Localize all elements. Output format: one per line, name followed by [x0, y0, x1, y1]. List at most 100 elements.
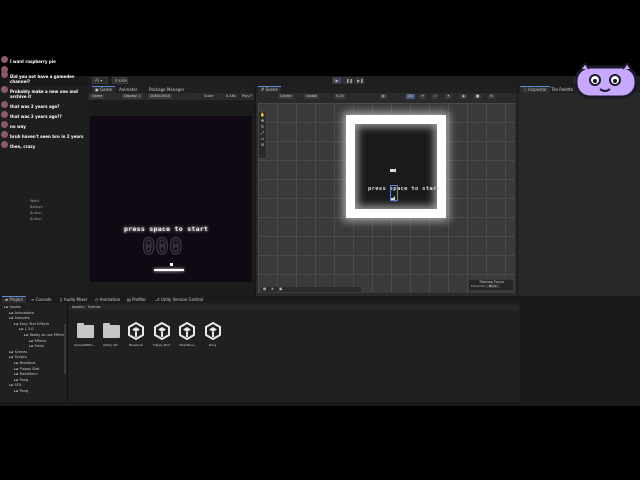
chat-text: no way	[10, 124, 26, 129]
chat-text: that was 2 years ago?	[10, 104, 60, 109]
project-tree-item[interactable]: ▸▰ Assets	[4, 305, 21, 309]
stream-chat: I want raspberry pie Did you not have a g…	[0, 56, 88, 202]
project-tree-label: MainMenu	[19, 372, 38, 377]
tab-game[interactable]: ▣ Game	[92, 86, 115, 93]
breadcrumb-separator: ›	[84, 305, 86, 309]
gizmos-button[interactable]: ⊕	[488, 94, 495, 99]
chat-message	[0, 66, 88, 73]
tab-animation[interactable]: ◷ Animation	[92, 296, 123, 303]
grid-toggle-icon[interactable]: #	[271, 287, 274, 291]
breadcrumb-scenes[interactable]: Scenes	[88, 305, 101, 309]
breadcrumb: Assets › Scenes	[68, 305, 518, 310]
scale-value[interactable]: 0.48x	[226, 94, 236, 98]
focus-label: Focus On	[471, 284, 485, 288]
tab-audio-mixer[interactable]: ♫ Audio Mixer	[56, 296, 90, 303]
game-mode-dropdown[interactable]: Game	[90, 94, 105, 99]
sphere-icon: ◐	[382, 94, 386, 98]
light-icon: ☀	[421, 94, 425, 98]
project-tree-item[interactable]: ▸▰ Animations	[9, 311, 34, 315]
project-tree-item[interactable]: ▸▰ 1.3.0	[19, 327, 33, 331]
hierarchy-row[interactable]: Button	[30, 217, 42, 221]
asset-label: Pong	[208, 343, 217, 347]
folder-icon: ▸▰	[14, 377, 19, 382]
hierarchy-row[interactable]: Button	[30, 211, 42, 215]
project-tree-item[interactable]: ▸▰ SFX	[9, 383, 21, 387]
tab-unity-version-control[interactable]: ⎇ Unity Version Control	[152, 296, 206, 303]
focus-dropdown[interactable]: None	[485, 284, 500, 288]
pause-button[interactable]: ❚❚	[343, 77, 353, 84]
project-tree-item[interactable]: ▸▰ Ready-to-use Effects	[24, 333, 66, 337]
space-dropdown[interactable]: Global	[304, 94, 320, 99]
game-controls: Game Display 1 1080x1920 Scale 0.48x Pla…	[88, 93, 254, 100]
hand-icon: ✋	[260, 112, 265, 117]
folder-icon: ▰	[5, 297, 9, 302]
project-tree-item[interactable]: ▸▰ Pong	[14, 389, 28, 393]
project-tree-item[interactable]: ▸▰ Pong	[14, 378, 28, 382]
pivot-dropdown[interactable]: Center	[278, 94, 294, 99]
project-tree-item[interactable]: ▸▰ Fonts	[29, 344, 44, 348]
asset-label: SampleEffec...	[74, 343, 96, 347]
account-dropdown[interactable]: AI ▾	[92, 77, 108, 84]
effects-icon: ✦	[447, 94, 450, 98]
tab-scene[interactable]: # Scene	[258, 86, 281, 93]
project-tree-item[interactable]: ▸▰ Breakout	[14, 361, 35, 365]
tab-inspector[interactable]: ⓘ Inspector	[520, 86, 550, 93]
camera-icon[interactable]	[390, 167, 396, 173]
tab-console[interactable]: ≡ Console	[28, 296, 55, 303]
shading-mode-button[interactable]: ◐	[380, 94, 388, 99]
folder-icon: ▸▰	[14, 372, 19, 377]
display-dropdown[interactable]: Display 1	[122, 94, 143, 99]
snap-value[interactable]: 0.25	[334, 94, 346, 99]
transform-tool[interactable]: ⊞	[259, 142, 266, 148]
profiler-icon: ▤	[127, 297, 131, 302]
project-tree-item[interactable]: ▸▰ Flappy Bird	[14, 367, 39, 371]
project-tree-item[interactable]: ▸▰ MainMenu	[14, 372, 38, 376]
layout-dropdown[interactable]: Inside	[112, 77, 128, 84]
lighting-button[interactable]: ☀	[419, 94, 427, 99]
mixer-icon: ♫	[59, 297, 63, 302]
main-toolbar: AI ▾ Inside ▶ ❚❚ ▶❚ ⌕ Layers ▾ Layout ▾	[88, 76, 640, 88]
tab-tile-palette[interactable]: Tile Palette	[548, 86, 576, 93]
resolution-dropdown[interactable]: 1080x1920	[148, 94, 172, 99]
2d-toggle[interactable]: 2D	[406, 94, 415, 99]
project-tree-item[interactable]: ▸▰ Easy Text Effects	[14, 322, 49, 326]
project-tree-item[interactable]: ▸▰ Effects	[29, 339, 46, 343]
tab-project[interactable]: ▰ Project	[2, 296, 27, 303]
project-tree-item[interactable]: ▸▰ Scenes	[9, 350, 27, 354]
visibility-button[interactable]: ◉	[460, 94, 468, 99]
audio-button[interactable]: ♪	[432, 94, 439, 99]
project-tree-label: Samples	[14, 316, 30, 321]
project-tree-label: Ready-to-use Effects	[29, 333, 66, 337]
tab-animator[interactable]: Animator	[116, 86, 140, 93]
scene-controls: Center Global 0.25 2D ◐ ☀ ♪ ✦ ◉ ■ ⊕	[256, 93, 517, 100]
camera-button[interactable]: ■	[474, 94, 482, 99]
speaker-icon: ♪	[434, 94, 437, 98]
hierarchy-row[interactable]: Bottom	[30, 205, 43, 209]
tree-scrollbar[interactable]	[64, 324, 66, 374]
folder-icon: ▸▰	[14, 361, 19, 365]
focus-row: Focus On None	[469, 284, 513, 289]
breadcrumb-assets[interactable]: Assets	[72, 305, 83, 309]
effects-button[interactable]: ✦	[445, 94, 452, 99]
brush-icon[interactable]: ▦	[263, 287, 266, 291]
scene-view[interactable]: press space to start ✋ ✥ ↻ ⤢ ▭ ⊞ Tilemap…	[258, 103, 515, 293]
play-button[interactable]: ▶	[332, 77, 342, 84]
chat-text: then, crazy	[10, 144, 36, 149]
view-options-icon[interactable]: ▣	[279, 287, 282, 291]
tool-palette: ✋ ✥ ↻ ⤢ ▭ ⊞	[258, 111, 267, 159]
tab-package-manager[interactable]: Package Manager	[146, 86, 187, 93]
folder-icon: ▸▰	[4, 305, 9, 309]
tab-profiler[interactable]: ▤ Profiler	[124, 296, 149, 303]
avatar	[1, 101, 8, 108]
folder-icon: ▸▰	[9, 383, 14, 388]
chat-message: that was 2 years ago?	[0, 101, 88, 109]
paddle	[154, 269, 184, 271]
info-icon: ⓘ	[523, 87, 527, 92]
play-focused-toggle[interactable]: Play F	[242, 94, 252, 98]
project-tree-item[interactable]: ▸▰ Samples	[9, 316, 30, 320]
folder-icon	[102, 323, 120, 338]
project-tree-item[interactable]: ▸▰ Scripts	[9, 355, 27, 359]
move-icon: ✥	[260, 118, 265, 123]
step-button[interactable]: ▶❚	[354, 77, 364, 84]
game-view[interactable]: press space to start 000	[90, 116, 252, 282]
